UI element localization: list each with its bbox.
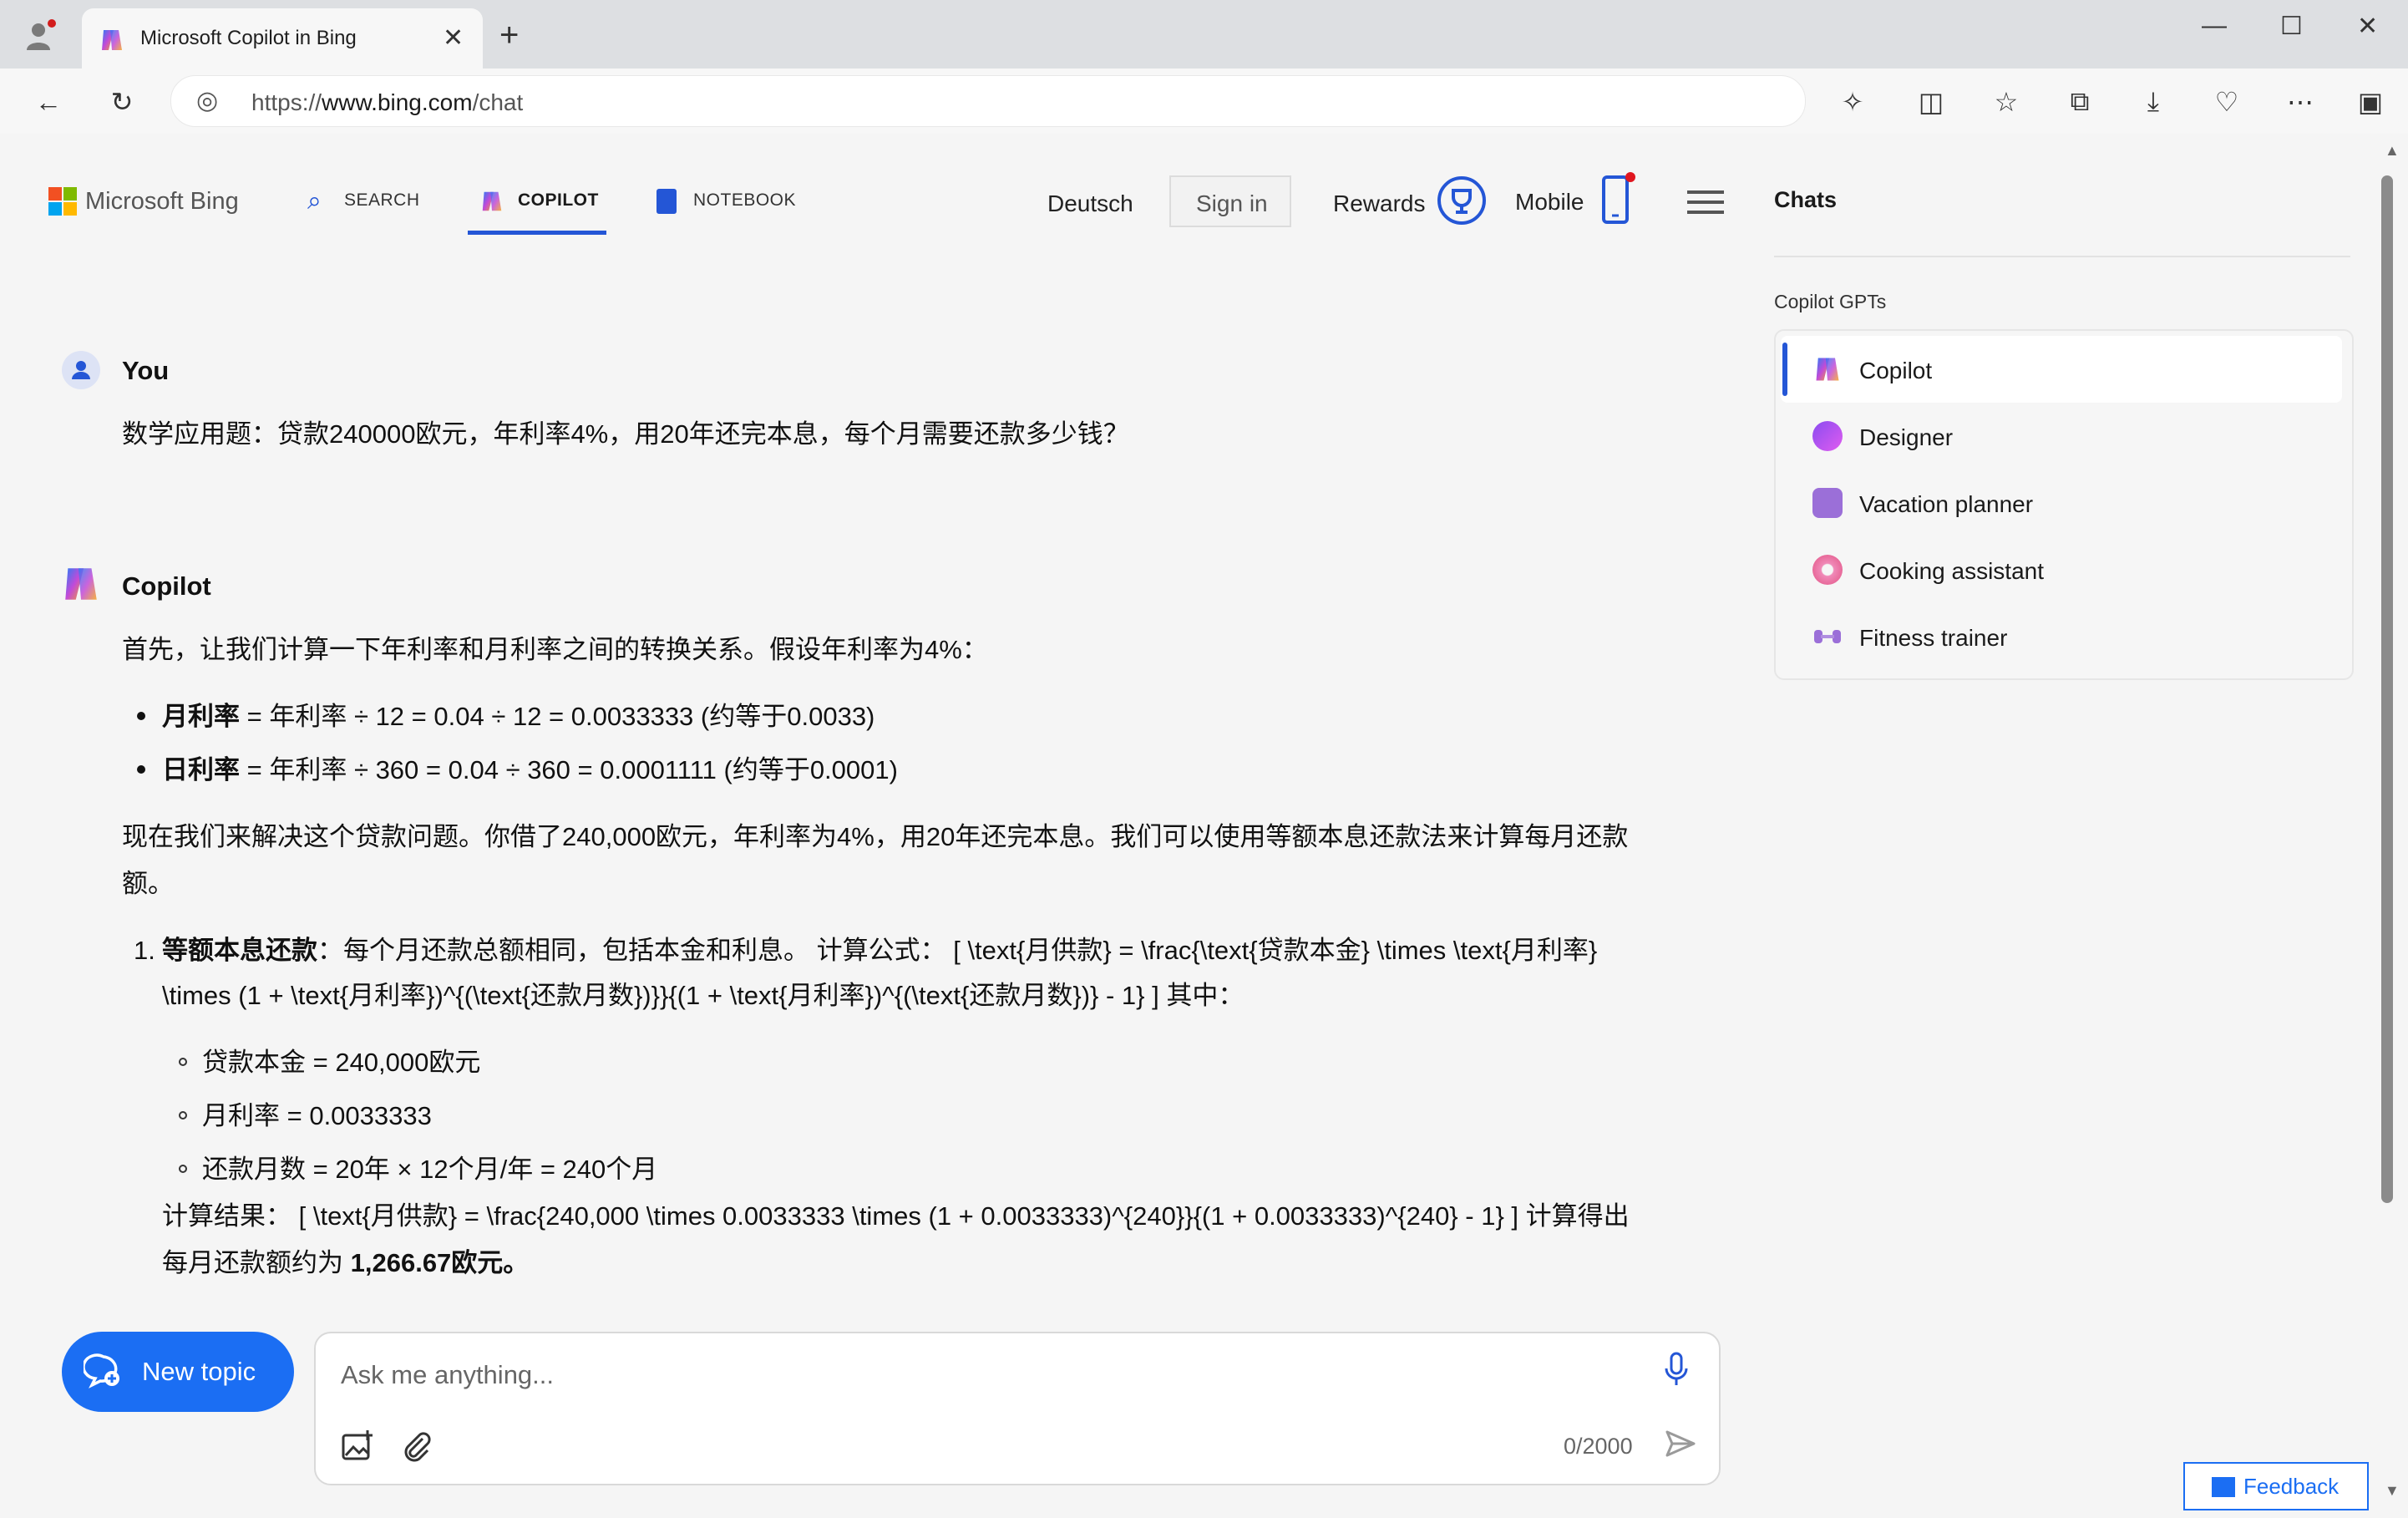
notebook-icon — [656, 189, 677, 214]
mobile-label[interactable]: Mobile — [1515, 189, 1584, 216]
microphone-icon[interactable] — [1664, 1352, 1689, 1389]
sidebar-divider — [1774, 256, 2350, 257]
copilot-name: Copilot — [122, 571, 211, 601]
chat-input[interactable]: Ask me anything... — [341, 1360, 554, 1390]
user-name: You — [122, 356, 170, 385]
chats-title: Chats — [1774, 187, 1838, 212]
attachment-icon[interactable] — [399, 1429, 433, 1462]
scroll-thumb[interactable] — [2381, 175, 2393, 1203]
gpt-label: Fitness trainer — [1859, 625, 2008, 651]
param-months: 还款月数 = 20年 × 12个月/年 = 240个月 — [202, 1155, 658, 1184]
copilot-favicon-icon — [99, 27, 125, 53]
copilot-icon — [479, 189, 504, 214]
globe-icon: ◎ — [196, 87, 219, 114]
browser-toolbar: ← ↻ ◎ https://www.bing.com/chat ✧ ◫ ☆ ⧉ … — [0, 69, 2408, 135]
user-message: 数学应用题：贷款240000欧元，年利率4%，用20年还完本息，每个月需要还款多… — [122, 419, 1129, 449]
sign-in-label: Sign in — [1196, 190, 1268, 216]
new-topic-button[interactable]: New topic — [62, 1332, 294, 1412]
tab-strip: Microsoft Copilot in Bing ✕ + — ☐ ✕ — [0, 0, 2408, 69]
rewards-trophy-icon[interactable] — [1437, 175, 1487, 226]
gpt-label: Designer — [1859, 424, 1954, 450]
nav-active-underline — [468, 231, 606, 235]
explanation-line-2: 额。 — [122, 869, 174, 898]
profile-icon[interactable] — [23, 18, 57, 52]
sidebar-toggle-icon[interactable]: ▣ — [2354, 85, 2387, 119]
image-upload-icon[interactable] — [341, 1429, 374, 1462]
explanation-line-1: 现在我们来解决这个贷款问题。你借了240,000欧元，年利率为4%，用20年还完… — [122, 822, 1629, 851]
close-window-icon[interactable]: ✕ — [2357, 12, 2378, 41]
gpt-list: Copilot Designer Vacation planner Cookin… — [1774, 329, 2354, 680]
close-tab-icon[interactable]: ✕ — [443, 23, 464, 53]
sign-in-button[interactable]: Sign in — [1169, 175, 1291, 227]
scroll-up-icon[interactable]: ▲ — [2385, 142, 2400, 160]
gpt-item-fitness-trainer[interactable]: Fitness trainer — [1776, 603, 2352, 670]
url-text: https://www.bing.com/chat — [251, 89, 524, 115]
sub-bullet — [179, 1058, 187, 1066]
designer-icon — [1812, 421, 1843, 451]
microsoft-logo-icon — [48, 187, 77, 216]
hamburger-menu-icon[interactable] — [1687, 189, 1724, 216]
language-link[interactable]: Deutsch — [1047, 190, 1133, 217]
rate-item-monthly: 月利率 = 年利率 ÷ 12 = 0.04 ÷ 12 = 0.0033333 (… — [162, 702, 875, 731]
nav-notebook-label: NOTEBOOK — [693, 190, 797, 210]
feedback-button[interactable]: Feedback — [2183, 1462, 2369, 1510]
collections-icon[interactable]: ⧉ — [2063, 85, 2096, 119]
back-icon[interactable]: ← — [32, 85, 65, 119]
scroll-down-icon[interactable]: ▼ — [2385, 1482, 2400, 1500]
method-number: 1. — [134, 936, 155, 965]
performance-icon[interactable]: ♡ — [2210, 85, 2243, 119]
param-principal: 贷款本金 = 240,000欧元 — [202, 1048, 481, 1077]
char-counter: 0/2000 — [1564, 1434, 1633, 1459]
rewards-label[interactable]: Rewards — [1333, 190, 1425, 217]
gpt-label: Copilot — [1859, 358, 1933, 383]
bullet-dot — [137, 765, 145, 774]
sub-bullet — [179, 1165, 187, 1173]
copilot-icon — [1812, 354, 1843, 384]
copilot-intro: 首先，让我们计算一下年利率和月利率之间的转换关系。假设年利率为4%： — [122, 635, 988, 664]
param-monthly-rate: 月利率 = 0.0033333 — [202, 1101, 432, 1130]
refresh-icon[interactable]: ↻ — [105, 85, 139, 119]
chat-input-box[interactable]: Ask me anything... 0/2000 — [314, 1332, 1721, 1485]
bullet-dot — [137, 712, 145, 720]
tab-title: Microsoft Copilot in Bing — [140, 27, 357, 49]
gpt-item-copilot[interactable]: Copilot — [1776, 336, 2352, 403]
browser-tab[interactable]: Microsoft Copilot in Bing ✕ — [82, 8, 483, 69]
new-chat-icon — [82, 1352, 124, 1392]
suitcase-icon — [1812, 488, 1843, 518]
result-line-1: 计算结果： [ \text{月供款} = \frac{240,000 \time… — [162, 1201, 1630, 1231]
mobile-phone-icon[interactable] — [1600, 172, 1637, 227]
downloads-icon[interactable]: ⤓ — [2137, 85, 2170, 119]
rate-item-daily: 日利率 = 年利率 ÷ 360 = 0.04 ÷ 360 = 0.0001111… — [162, 755, 898, 784]
user-avatar — [62, 351, 100, 389]
more-icon[interactable]: ⋯ — [2284, 85, 2317, 119]
method-line-2: \times (1 + \text{月利率})^{(\text{还款月数})}}… — [162, 981, 1245, 1010]
gpt-item-vacation-planner[interactable]: Vacation planner — [1776, 470, 2352, 536]
result-line-2: 每月还款额约为 1,266.67欧元。 — [162, 1248, 530, 1277]
send-icon[interactable] — [1664, 1427, 1697, 1460]
method-line-1: 等额本息还款：每个月还款总额相同，包括本金和利息。 计算公式： [ \text{… — [162, 936, 1598, 965]
dumbbell-icon — [1812, 622, 1843, 652]
minimize-icon[interactable]: — — [2202, 12, 2227, 40]
favorites-icon[interactable]: ☆ — [1990, 85, 2023, 119]
donut-icon — [1812, 555, 1843, 585]
extensions-icon[interactable]: ✧ — [1836, 85, 1869, 119]
copilot-avatar-icon — [60, 563, 102, 605]
new-tab-icon[interactable]: + — [499, 18, 519, 52]
gpt-label: Cooking assistant — [1859, 558, 2045, 584]
address-bar[interactable]: ◎ https://www.bing.com/chat — [170, 75, 1806, 127]
maximize-icon[interactable]: ☐ — [2280, 12, 2303, 41]
feedback-label: Feedback — [2243, 1474, 2340, 1499]
nav-search-label: SEARCH — [344, 190, 420, 210]
search-icon: ⌕ — [307, 187, 322, 215]
gpts-section-label: Copilot GPTs — [1774, 291, 1887, 312]
gpt-label: Vacation planner — [1859, 491, 2034, 517]
gpt-item-designer[interactable]: Designer — [1776, 403, 2352, 470]
brand-name[interactable]: Microsoft Bing — [85, 188, 239, 216]
gpt-item-cooking-assistant[interactable]: Cooking assistant — [1776, 536, 2352, 603]
sub-bullet — [179, 1111, 187, 1119]
feedback-icon — [2212, 1477, 2235, 1497]
nav-copilot-label: COPILOT — [518, 190, 599, 210]
new-topic-label: New topic — [142, 1357, 256, 1386]
split-screen-icon[interactable]: ◫ — [1914, 85, 1948, 119]
